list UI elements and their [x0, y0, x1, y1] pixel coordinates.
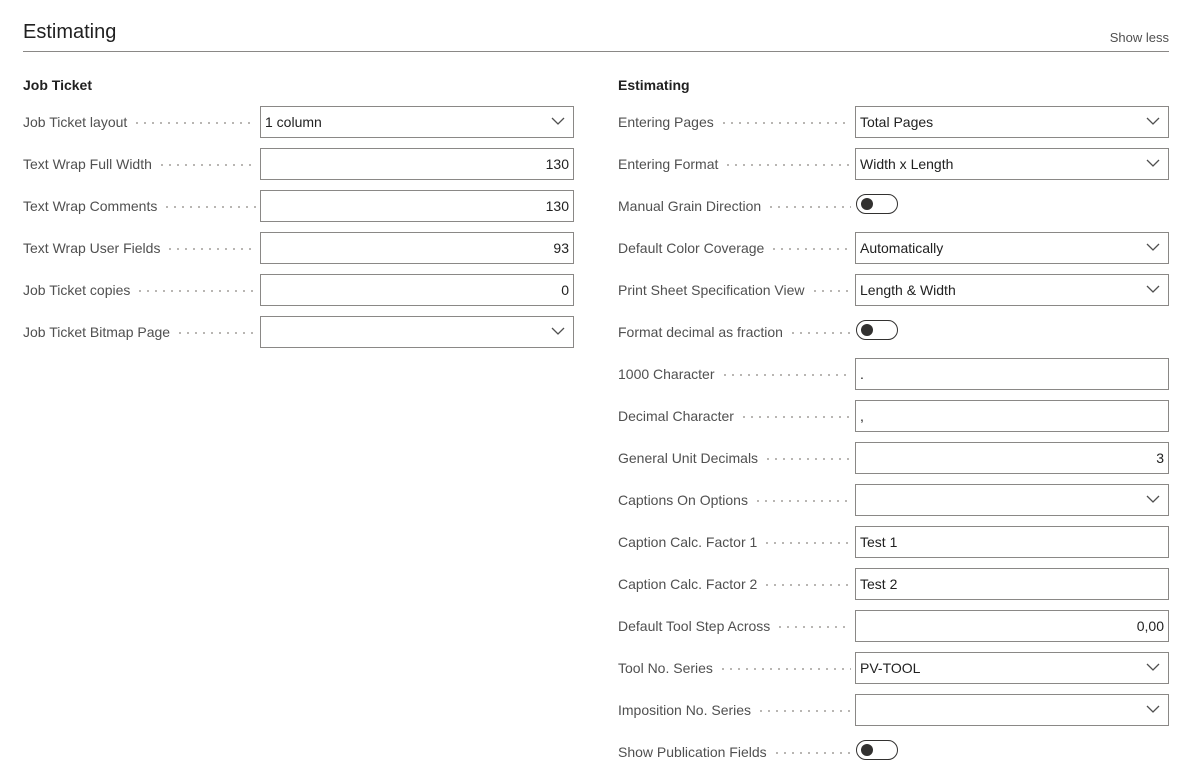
- caption-calc-factor-1-input[interactable]: Test 1: [855, 526, 1169, 558]
- text-wrap-user-fields-input[interactable]: 93: [260, 232, 574, 264]
- decimal-character-label: Decimal Character: [618, 400, 851, 432]
- entering-pages-select[interactable]: Total Pages: [855, 106, 1169, 138]
- estimating-group-title: Estimating: [618, 77, 690, 93]
- toggle-knob: [861, 744, 873, 756]
- print-sheet-spec-view-row: Print Sheet Specification View Length & …: [618, 274, 1169, 306]
- captions-on-options-select[interactable]: [855, 484, 1169, 516]
- thousand-character-input[interactable]: .: [855, 358, 1169, 390]
- estimating-group: Estimating Entering Pages Total Pages En…: [618, 76, 1169, 778]
- default-tool-step-across-label: Default Tool Step Across: [618, 610, 851, 642]
- chevron-down-icon: [1146, 495, 1160, 503]
- chevron-down-icon: [1146, 243, 1160, 251]
- chevron-down-icon: [551, 327, 565, 335]
- entering-format-row: Entering Format Width x Length: [618, 148, 1169, 180]
- job-ticket-layout-select[interactable]: 1 column: [260, 106, 574, 138]
- job-ticket-bitmap-page-select[interactable]: [260, 316, 574, 348]
- chevron-down-icon: [1146, 663, 1160, 671]
- text-wrap-comments-input[interactable]: 130: [260, 190, 574, 222]
- text-wrap-full-width-label: Text Wrap Full Width: [23, 148, 256, 180]
- show-publication-fields-label: Show Publication Fields: [618, 736, 851, 768]
- imposition-no-series-row: Imposition No. Series: [618, 694, 1169, 726]
- format-decimal-fraction-row: Format decimal as fraction: [618, 316, 1169, 348]
- entering-pages-label: Entering Pages: [618, 106, 851, 138]
- show-publication-fields-toggle[interactable]: [856, 740, 898, 760]
- chevron-down-icon: [1146, 705, 1160, 713]
- text-wrap-full-width-input[interactable]: 130: [260, 148, 574, 180]
- default-tool-step-across-row: Default Tool Step Across 0,00: [618, 610, 1169, 642]
- caption-calc-factor-2-input[interactable]: Test 2: [855, 568, 1169, 600]
- job-ticket-layout-row: Job Ticket layout 1 column: [23, 106, 574, 138]
- job-ticket-layout-label: Job Ticket layout: [23, 106, 256, 138]
- show-publication-fields-row: Show Publication Fields: [618, 736, 1169, 768]
- text-wrap-comments-label: Text Wrap Comments: [23, 190, 256, 222]
- default-color-coverage-label: Default Color Coverage: [618, 232, 851, 264]
- caption-calc-factor-2-row: Caption Calc. Factor 2 Test 2: [618, 568, 1169, 600]
- chevron-down-icon: [1146, 285, 1160, 293]
- captions-on-options-row: Captions On Options: [618, 484, 1169, 516]
- manual-grain-direction-toggle[interactable]: [856, 194, 898, 214]
- manual-grain-direction-row: Manual Grain Direction: [618, 190, 1169, 222]
- default-tool-step-across-input[interactable]: 0,00: [855, 610, 1169, 642]
- captions-on-options-label: Captions On Options: [618, 484, 851, 516]
- entering-pages-row: Entering Pages Total Pages: [618, 106, 1169, 138]
- entering-format-select[interactable]: Width x Length: [855, 148, 1169, 180]
- toggle-knob: [861, 324, 873, 336]
- job-ticket-copies-row: Job Ticket copies 0: [23, 274, 574, 306]
- chevron-down-icon: [1146, 117, 1160, 125]
- caption-calc-factor-1-label: Caption Calc. Factor 1: [618, 526, 851, 558]
- manual-grain-direction-label: Manual Grain Direction: [618, 190, 851, 222]
- job-ticket-bitmap-page-row: Job Ticket Bitmap Page: [23, 316, 574, 348]
- chevron-down-icon: [1146, 159, 1160, 167]
- tool-no-series-select[interactable]: PV-TOOL: [855, 652, 1169, 684]
- show-less-link[interactable]: Show less: [1110, 30, 1169, 45]
- decimal-character-row: Decimal Character ,: [618, 400, 1169, 432]
- format-decimal-fraction-toggle[interactable]: [856, 320, 898, 340]
- tool-no-series-row: Tool No. Series PV-TOOL: [618, 652, 1169, 684]
- print-sheet-spec-view-label: Print Sheet Specification View: [618, 274, 851, 306]
- thousand-character-row: 1000 Character .: [618, 358, 1169, 390]
- text-wrap-user-fields-row: Text Wrap User Fields 93: [23, 232, 574, 264]
- section-header: Estimating Show less: [23, 21, 1169, 52]
- job-ticket-bitmap-page-label: Job Ticket Bitmap Page: [23, 316, 256, 348]
- general-unit-decimals-label: General Unit Decimals: [618, 442, 851, 474]
- caption-calc-factor-1-row: Caption Calc. Factor 1 Test 1: [618, 526, 1169, 558]
- decimal-character-input[interactable]: ,: [855, 400, 1169, 432]
- text-wrap-user-fields-label: Text Wrap User Fields: [23, 232, 256, 264]
- toggle-knob: [861, 198, 873, 210]
- job-ticket-group-title: Job Ticket: [23, 77, 92, 93]
- default-color-coverage-row: Default Color Coverage Automatically: [618, 232, 1169, 264]
- general-unit-decimals-input[interactable]: 3: [855, 442, 1169, 474]
- section-title: Estimating: [23, 21, 117, 43]
- text-wrap-comments-row: Text Wrap Comments 130: [23, 190, 574, 222]
- entering-format-label: Entering Format: [618, 148, 851, 180]
- thousand-character-label: 1000 Character: [618, 358, 851, 390]
- tool-no-series-label: Tool No. Series: [618, 652, 851, 684]
- job-ticket-copies-input[interactable]: 0: [260, 274, 574, 306]
- default-color-coverage-select[interactable]: Automatically: [855, 232, 1169, 264]
- chevron-down-icon: [551, 117, 565, 125]
- job-ticket-copies-label: Job Ticket copies: [23, 274, 256, 306]
- job-ticket-group: Job Ticket Job Ticket layout 1 column Te…: [23, 76, 574, 358]
- imposition-no-series-select[interactable]: [855, 694, 1169, 726]
- general-unit-decimals-row: General Unit Decimals 3: [618, 442, 1169, 474]
- imposition-no-series-label: Imposition No. Series: [618, 694, 851, 726]
- text-wrap-full-width-row: Text Wrap Full Width 130: [23, 148, 574, 180]
- caption-calc-factor-2-label: Caption Calc. Factor 2: [618, 568, 851, 600]
- format-decimal-fraction-label: Format decimal as fraction: [618, 316, 851, 348]
- print-sheet-spec-view-select[interactable]: Length & Width: [855, 274, 1169, 306]
